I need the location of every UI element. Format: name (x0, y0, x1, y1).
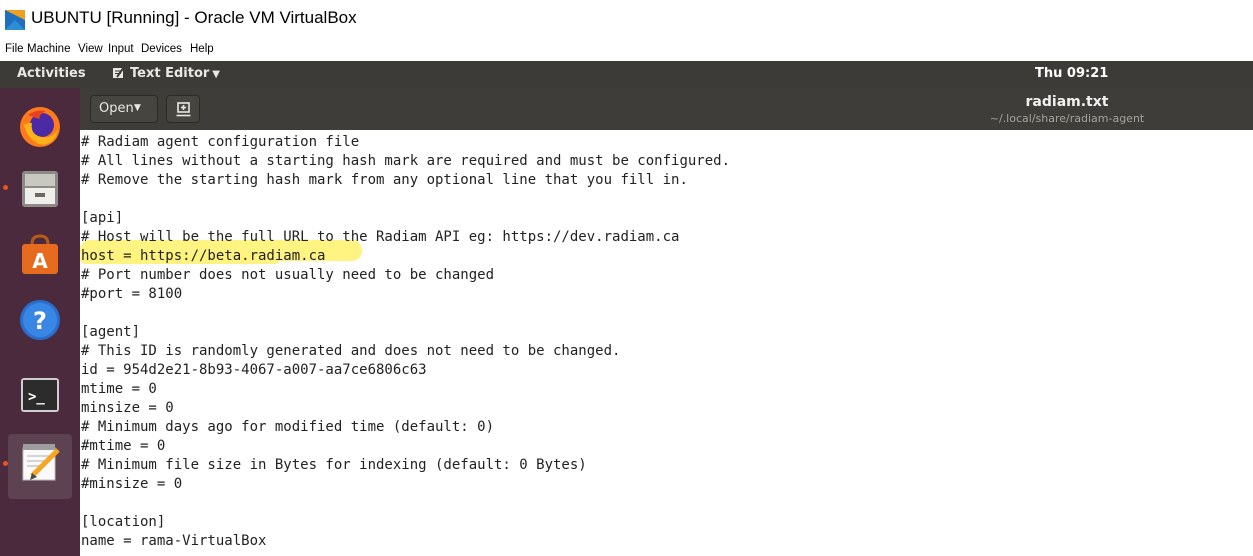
virtualbox-logo-icon (5, 10, 25, 30)
chevron-down-icon: ▼ (134, 103, 141, 113)
editor-line[interactable]: minsize = 0 (81, 399, 174, 418)
ubuntu-dock: A ? >_ (0, 88, 80, 556)
editor-line[interactable]: name = rama-VirtualBox (81, 532, 266, 551)
host-menu-input[interactable]: Input (108, 43, 134, 55)
editor-line[interactable]: #mtime = 0 (81, 437, 165, 456)
editor-line[interactable]: #minsize = 0 (81, 475, 182, 494)
app-menu-label: Text Editor (130, 66, 210, 81)
app-menu-button[interactable]: Text Editor ▼ (112, 66, 220, 81)
firefox-icon[interactable] (18, 105, 62, 149)
editor-line[interactable]: #port = 8100 (81, 285, 182, 304)
open-button-label: Open (99, 101, 134, 116)
editor-line[interactable]: # Radiam agent configuration file (81, 133, 359, 152)
running-indicator (3, 461, 8, 466)
editor-line[interactable]: # Remove the starting hash mark from any… (81, 171, 688, 190)
svg-text:?: ? (33, 307, 47, 335)
clock[interactable]: Thu 09:21 (1035, 66, 1108, 81)
editor-line[interactable]: [location] (81, 513, 165, 532)
chevron-down-icon: ▼ (212, 69, 220, 80)
activities-button[interactable]: Activities (17, 66, 86, 81)
editor-line[interactable]: id = 954d2e21-8b93-4067-a007-aa7ce6806c6… (81, 361, 427, 380)
editor-line[interactable]: # This ID is randomly generated and does… (81, 342, 620, 361)
host-menu-file[interactable]: File (5, 43, 24, 55)
host-menu-help[interactable]: Help (190, 43, 214, 55)
editor-headerbar: Open ▼ radiam.txt ~/.local/share/radiam-… (80, 88, 1253, 130)
open-button[interactable]: Open ▼ (90, 95, 158, 123)
new-document-button[interactable] (166, 95, 200, 123)
svg-text:>_: >_ (28, 389, 45, 405)
software-store-icon[interactable]: A (18, 232, 62, 276)
text-editor-small-icon (113, 66, 125, 78)
text-editor-icon[interactable] (18, 440, 62, 484)
svg-text:A: A (32, 249, 48, 273)
host-menu-view[interactable]: View (78, 43, 103, 55)
terminal-icon[interactable]: >_ (18, 373, 62, 417)
editor-line[interactable]: [api] (81, 209, 123, 228)
editor-line[interactable]: # Host will be the full URL to the Radia… (81, 228, 679, 247)
editor-line[interactable]: # All lines without a starting hash mark… (81, 152, 730, 171)
editor-line[interactable]: host = https://beta.radiam.ca (81, 247, 325, 266)
ubuntu-topbar: Activities Text Editor ▼ Thu 09:21 (0, 61, 1253, 88)
editor-line[interactable]: mtime = 0 (81, 380, 157, 399)
editor-line[interactable]: # Minimum days ago for modified time (de… (81, 418, 494, 437)
files-icon[interactable] (18, 167, 62, 211)
host-menu-machine[interactable]: Machine (27, 43, 70, 55)
host-window-title: UBUNTU [Running] - Oracle VM VirtualBox (31, 8, 357, 27)
editor-line[interactable]: # Port number does not usually need to b… (81, 266, 494, 285)
document-path: ~/.local/share/radiam-agent (989, 112, 1145, 125)
editor-line[interactable]: [agent] (81, 323, 140, 342)
editor-line[interactable]: # Minimum file size in Bytes for indexin… (81, 456, 587, 475)
document-title: radiam.txt (1025, 94, 1109, 110)
help-icon[interactable]: ? (18, 298, 62, 342)
host-window-titlebar: UBUNTU [Running] - Oracle VM VirtualBox (0, 0, 1253, 40)
new-document-icon (176, 102, 191, 117)
running-indicator (3, 185, 8, 190)
host-menu-devices[interactable]: Devices (141, 43, 182, 55)
text-editor-area[interactable]: # Radiam agent configuration file # All … (80, 130, 1253, 556)
host-menubar: File Machine View Input Devices Help (0, 40, 1253, 61)
